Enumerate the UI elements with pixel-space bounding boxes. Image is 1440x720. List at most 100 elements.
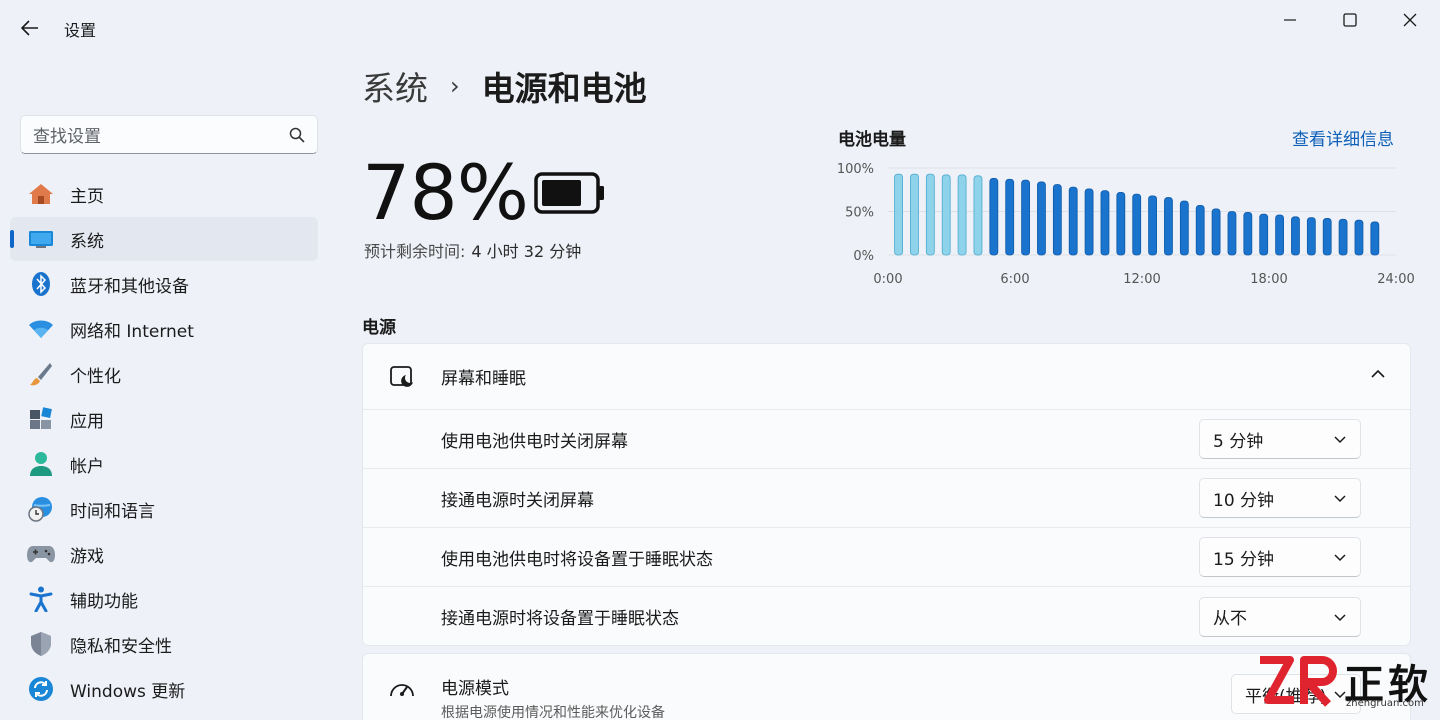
battery-chart-title: 电池电量 — [838, 130, 906, 150]
chart-bar — [1068, 186, 1078, 256]
home-icon — [26, 179, 56, 209]
breadcrumb: 系统 › 电源和电池 — [362, 62, 647, 110]
chart-bar — [1084, 188, 1094, 256]
chevron-down-icon — [1334, 554, 1346, 562]
select-value: 10 分钟 — [1213, 490, 1275, 511]
chart-y-tick-label: 0% — [853, 249, 874, 264]
chart-bar — [1148, 195, 1157, 256]
select-value: 5 分钟 — [1213, 431, 1264, 452]
breadcrumb-separator: › — [450, 72, 460, 100]
chart-x-tick-label: 12:00 — [1123, 272, 1160, 287]
setting-label: 使用电池供电时将设备置于睡眠状态 — [441, 549, 713, 570]
remaining-time: 预计剩余时间: 4 小时 32 分钟 — [364, 238, 581, 262]
sidebar-item-windows-update[interactable]: Windows 更新 — [10, 667, 318, 711]
sidebar-item-accounts[interactable]: 帐户 — [10, 442, 318, 486]
chart-bar — [973, 175, 983, 256]
system-icon — [26, 224, 56, 254]
chart-bar — [1037, 181, 1046, 256]
chart-bar — [894, 173, 903, 256]
setting-label: 接通电源时关闭屏幕 — [441, 490, 594, 511]
brush-icon — [26, 359, 56, 389]
app-title: 设置 — [64, 21, 97, 40]
chart-x-tick-label: 18:00 — [1250, 272, 1287, 287]
chart-bar — [1116, 191, 1126, 256]
gamepad-icon — [26, 539, 56, 569]
chart-bar — [1243, 211, 1253, 256]
sidebar-item-home[interactable]: 主页 — [10, 172, 318, 216]
screen-sleep-icon — [387, 365, 417, 389]
chart-bar — [1322, 218, 1332, 256]
watermark: 正软 zhengruan.com — [1252, 650, 1436, 716]
chevron-up-icon[interactable] — [1370, 366, 1386, 382]
update-icon — [26, 674, 56, 704]
settings-window: 设置 查找设置 主页 系统 蓝牙和其他设备 网络和 Internet 个性化 应… — [0, 0, 1440, 720]
chart-bar — [1338, 218, 1348, 256]
chart-bar — [957, 174, 967, 256]
chart-bar — [1211, 208, 1221, 256]
select-value: 从不 — [1213, 609, 1247, 629]
close-icon — [1403, 13, 1417, 27]
chevron-down-icon — [1334, 495, 1346, 503]
chart-bar — [1052, 184, 1062, 256]
maximize-button[interactable] — [1320, 0, 1380, 40]
chart-bar — [1306, 217, 1316, 256]
view-details-link[interactable]: 查看详细信息 — [1292, 125, 1394, 150]
battery-sleep-select[interactable]: 15 分钟 — [1199, 537, 1361, 577]
sidebar-item-apps[interactable]: 应用 — [10, 397, 318, 441]
remaining-time-value: 4 小时 32 分钟 — [471, 242, 582, 261]
chart-bar — [1227, 211, 1237, 256]
select-value: 15 分钟 — [1213, 549, 1275, 570]
shield-icon — [26, 629, 56, 659]
battery-screen-off-select[interactable]: 5 分钟 — [1199, 419, 1361, 459]
account-icon — [26, 449, 56, 479]
accessibility-icon — [26, 584, 56, 614]
search-placeholder: 查找设置 — [33, 127, 101, 147]
chart-bar — [1005, 178, 1015, 256]
window-controls — [1260, 0, 1440, 40]
arrow-left-icon — [21, 20, 38, 36]
chart-x-tick-label: 0:00 — [873, 272, 902, 287]
screen-sleep-header[interactable]: 屏幕和睡眠 — [363, 344, 1410, 410]
plugged-sleep-select[interactable]: 从不 — [1199, 596, 1361, 637]
search-input[interactable]: 查找设置 — [20, 115, 318, 154]
chart-x-tick-label: 24:00 — [1377, 272, 1414, 287]
sidebar-item-privacy[interactable]: 隐私和安全性 — [10, 622, 318, 666]
battery-level-chart: 100% 50% 0% 0:00 6:00 12:00 18:00 24:00 — [837, 162, 1415, 287]
breadcrumb-parent-link[interactable]: 系统 — [362, 62, 428, 110]
chart-bar — [1291, 216, 1300, 256]
globe-clock-icon — [26, 494, 56, 524]
power-mode-title: 电源模式 — [441, 679, 509, 699]
sidebar-item-bluetooth[interactable]: 蓝牙和其他设备 — [10, 262, 318, 306]
chart-bar — [1354, 219, 1364, 256]
battery-icon — [534, 172, 604, 214]
minimize-button[interactable] — [1260, 0, 1320, 40]
screen-sleep-card: 屏幕和睡眠 使用电池供电时关闭屏幕 5 分钟 接通电源时关闭屏幕 10 分钟 使… — [362, 343, 1411, 646]
close-button[interactable] — [1380, 0, 1440, 40]
chart-x-tick-label: 6:00 — [1000, 272, 1029, 287]
chart-bar — [989, 178, 999, 256]
sidebar-item-accessibility[interactable]: 辅助功能 — [10, 577, 318, 621]
bluetooth-icon — [26, 269, 56, 299]
chart-bar — [1100, 190, 1110, 256]
battery-percent: 78% — [362, 148, 529, 237]
watermark-url: zhengruan.com — [1346, 698, 1424, 709]
setting-label: 使用电池供电时关闭屏幕 — [441, 431, 628, 452]
screen-sleep-title: 屏幕和睡眠 — [441, 369, 526, 389]
sidebar-item-gaming[interactable]: 游戏 — [10, 532, 318, 576]
minimize-icon — [1284, 19, 1296, 21]
chart-bar — [910, 173, 919, 256]
plugged-screen-off-select[interactable]: 10 分钟 — [1199, 478, 1361, 518]
apps-icon — [26, 404, 56, 434]
sidebar-item-system[interactable]: 系统 — [10, 217, 318, 261]
chart-bar — [1370, 221, 1380, 256]
chevron-down-icon — [1334, 613, 1346, 621]
sidebar-item-personalization[interactable]: 个性化 — [10, 352, 318, 396]
back-button[interactable] — [14, 12, 46, 44]
setting-row: 接通电源时将设备置于睡眠状态 从不 — [363, 587, 1410, 646]
sidebar-item-network[interactable]: 网络和 Internet — [10, 307, 318, 351]
setting-row: 使用电池供电时将设备置于睡眠状态 15 分钟 — [363, 528, 1410, 587]
sidebar-nav: 主页 系统 蓝牙和其他设备 网络和 Internet 个性化 应用 帐户 时间和… — [10, 172, 318, 712]
sidebar-item-time-language[interactable]: 时间和语言 — [10, 487, 318, 531]
watermark-logo — [1260, 656, 1337, 707]
power-section-title: 电源 — [362, 318, 396, 338]
